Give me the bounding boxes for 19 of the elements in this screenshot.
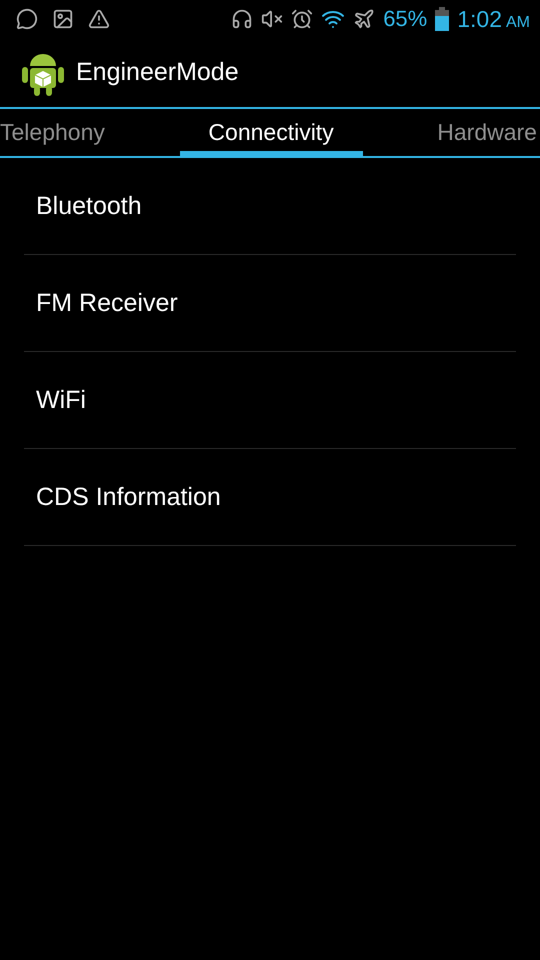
tab[interactable]: Telephony [0, 109, 105, 156]
clock-time: 1:02 [457, 6, 502, 32]
battery-percent: 65% [383, 6, 428, 32]
list-item[interactable]: Bluetooth [24, 158, 516, 255]
alarm-icon [291, 8, 314, 30]
clock-meridiem: AM [506, 14, 530, 32]
headphones-icon [231, 8, 254, 30]
list-item[interactable]: CDS Information [24, 449, 516, 546]
warning-icon [88, 8, 110, 30]
tab[interactable]: Hardware [437, 109, 537, 156]
battery-icon [435, 7, 450, 31]
app-title: EngineerMode [76, 58, 239, 87]
tab[interactable]: Connectivity [180, 109, 363, 156]
chat-icon [16, 8, 38, 30]
airplane-icon [353, 8, 376, 30]
muted-icon [261, 8, 284, 30]
image-icon [52, 8, 74, 30]
list-item[interactable]: FM Receiver [24, 255, 516, 352]
list-item[interactable]: WiFi [24, 352, 516, 449]
